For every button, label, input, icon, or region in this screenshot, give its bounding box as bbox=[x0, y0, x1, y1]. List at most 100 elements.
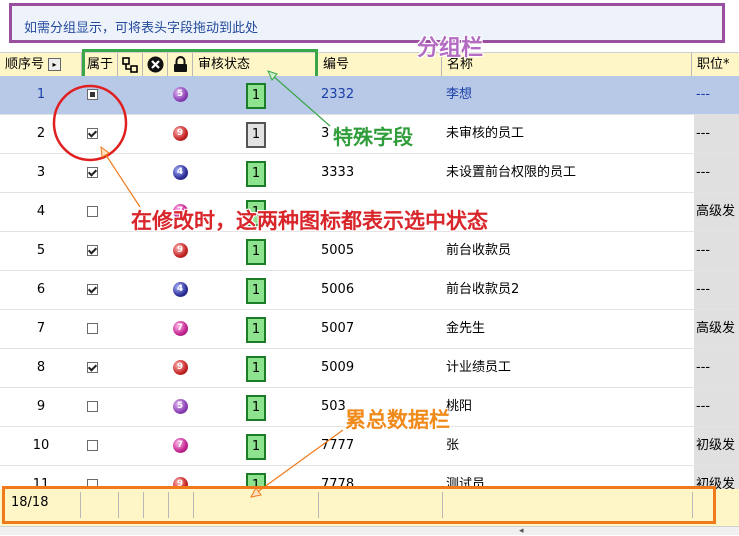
audit-status-badge[interactable]: 1 bbox=[246, 122, 266, 148]
row-name: 未审核的员工 bbox=[446, 126, 525, 141]
row-number: 5005 bbox=[321, 243, 355, 258]
row-rank-cell: 4 bbox=[165, 271, 195, 309]
row-seq: 4 bbox=[36, 204, 46, 219]
audit-status-badge[interactable]: 1 bbox=[246, 395, 266, 421]
row-position: --- bbox=[694, 349, 739, 387]
checkbox-icon[interactable] bbox=[86, 323, 98, 334]
summary-bar-highlight bbox=[2, 486, 716, 524]
row-belong-checkbox[interactable] bbox=[82, 232, 102, 270]
row-belong-checkbox[interactable] bbox=[82, 427, 102, 465]
row-position: 高级发 bbox=[694, 193, 739, 231]
table-row[interactable]: 5 9 1 5005 前台收款员 --- bbox=[0, 232, 739, 271]
table-row[interactable]: 7 7 1 5007 金先生 高级发 bbox=[0, 310, 739, 349]
audit-status-badge[interactable]: 1 bbox=[246, 434, 266, 460]
row-number: 5006 bbox=[321, 282, 355, 297]
row-position: --- bbox=[694, 232, 739, 270]
row-number: 3333 bbox=[321, 165, 355, 180]
audit-status-badge[interactable]: 1 bbox=[246, 356, 266, 382]
header-seq-label: 顺序号 bbox=[5, 57, 45, 72]
row-seq: 9 bbox=[36, 399, 46, 414]
row-status-cell[interactable]: 1 bbox=[246, 232, 268, 270]
scroll-arrow-icon[interactable]: ◂ bbox=[519, 526, 524, 536]
audit-status-badge[interactable]: 1 bbox=[246, 278, 266, 304]
row-status-cell[interactable]: 1 bbox=[246, 427, 268, 465]
row-belong-checkbox[interactable] bbox=[82, 76, 102, 114]
row-rank-cell: 5 bbox=[165, 388, 195, 426]
row-name: 桃阳 bbox=[446, 399, 473, 414]
checkbox-icon[interactable] bbox=[86, 167, 98, 178]
special-field-annotation: 特殊字段 bbox=[333, 125, 413, 149]
rank-ball-icon: 4 bbox=[172, 282, 188, 297]
row-number: 5007 bbox=[321, 321, 355, 336]
header-position[interactable]: 职位* bbox=[692, 53, 739, 77]
row-seq: 7 bbox=[36, 321, 46, 336]
modify-note-annotation: 在修改时，这两种图标都表示选中状态 bbox=[131, 209, 488, 233]
row-seq: 6 bbox=[36, 282, 46, 297]
row-belong-checkbox[interactable] bbox=[82, 115, 102, 153]
row-position: 高级发 bbox=[694, 310, 739, 348]
header-seq[interactable]: 顺序号 ▸ bbox=[0, 53, 82, 77]
employee-grid: 如需分组显示，可将表头字段拖动到此处 顺序号 ▸ 属于 审核状态 编号 名称 职… bbox=[0, 0, 739, 536]
row-belong-checkbox[interactable] bbox=[82, 310, 102, 348]
checkbox-icon[interactable] bbox=[86, 128, 98, 139]
row-belong-checkbox[interactable] bbox=[82, 271, 102, 309]
row-status-cell[interactable]: 1 bbox=[246, 271, 268, 309]
checkbox-icon[interactable] bbox=[86, 362, 98, 373]
checkbox-icon[interactable] bbox=[86, 401, 98, 412]
summary-bar-annotation: 累总数据栏 bbox=[345, 408, 450, 432]
checkbox-icon[interactable] bbox=[86, 245, 98, 256]
checkbox-icon[interactable] bbox=[86, 284, 98, 295]
row-rank-cell: 5 bbox=[165, 76, 195, 114]
row-rank-cell: 9 bbox=[165, 115, 195, 153]
group-bar-annotation: 分组栏 bbox=[417, 36, 484, 61]
row-belong-checkbox[interactable] bbox=[82, 349, 102, 387]
row-seq: 1 bbox=[36, 87, 46, 102]
row-status-cell[interactable]: 1 bbox=[246, 388, 268, 426]
row-status-cell[interactable]: 1 bbox=[246, 154, 268, 192]
row-rank-cell: 4 bbox=[165, 154, 195, 192]
checkbox-icon[interactable] bbox=[86, 89, 98, 100]
row-name: 张 bbox=[446, 438, 460, 453]
row-belong-checkbox[interactable] bbox=[82, 193, 102, 231]
header-position-label: 职位* bbox=[697, 57, 730, 72]
row-seq: 3 bbox=[36, 165, 46, 180]
audit-status-badge[interactable]: 1 bbox=[246, 161, 266, 187]
row-position: --- bbox=[694, 388, 739, 426]
rank-ball-icon: 9 bbox=[172, 243, 188, 258]
row-status-cell[interactable]: 1 bbox=[246, 310, 268, 348]
row-status-cell[interactable]: 1 bbox=[246, 115, 268, 153]
row-position: --- bbox=[694, 154, 739, 192]
rank-ball-icon: 4 bbox=[172, 165, 188, 180]
audit-status-badge[interactable]: 1 bbox=[246, 83, 266, 109]
table-row[interactable]: 6 4 1 5006 前台收款员2 --- bbox=[0, 271, 739, 310]
checkbox-icon[interactable] bbox=[86, 440, 98, 451]
rank-ball-icon: 5 bbox=[172, 87, 188, 102]
rank-ball-icon: 5 bbox=[172, 399, 188, 414]
rank-ball-icon: 9 bbox=[172, 360, 188, 375]
row-number: 2332 bbox=[321, 87, 355, 102]
audit-status-badge[interactable]: 1 bbox=[246, 317, 266, 343]
row-name: 前台收款员 bbox=[446, 243, 512, 258]
row-seq: 2 bbox=[36, 126, 46, 141]
row-name: 未设置前台权限的员工 bbox=[446, 165, 577, 180]
row-belong-checkbox[interactable] bbox=[82, 388, 102, 426]
row-rank-cell: 9 bbox=[165, 232, 195, 270]
row-position: --- bbox=[694, 271, 739, 309]
row-status-cell[interactable]: 1 bbox=[246, 76, 268, 114]
row-status-cell[interactable]: 1 bbox=[246, 349, 268, 387]
audit-status-badge[interactable]: 1 bbox=[246, 239, 266, 265]
row-rank-cell: 9 bbox=[165, 349, 195, 387]
table-row[interactable]: 1 5 1 2332 李想 --- bbox=[0, 76, 739, 115]
row-seq: 5 bbox=[36, 243, 46, 258]
row-position: --- bbox=[694, 115, 739, 153]
table-row[interactable]: 3 4 1 3333 未设置前台权限的员工 --- bbox=[0, 154, 739, 193]
expand-icon[interactable]: ▸ bbox=[48, 58, 62, 71]
checkbox-icon[interactable] bbox=[86, 206, 98, 217]
row-position: --- bbox=[696, 87, 711, 102]
row-rank-cell: 7 bbox=[165, 310, 195, 348]
table-row[interactable]: 8 9 1 5009 计业绩员工 --- bbox=[0, 349, 739, 388]
row-name: 金先生 bbox=[446, 321, 486, 336]
row-seq: 10 bbox=[32, 438, 50, 453]
group-by-panel[interactable]: 如需分组显示，可将表头字段拖动到此处 bbox=[9, 3, 725, 43]
row-belong-checkbox[interactable] bbox=[82, 154, 102, 192]
